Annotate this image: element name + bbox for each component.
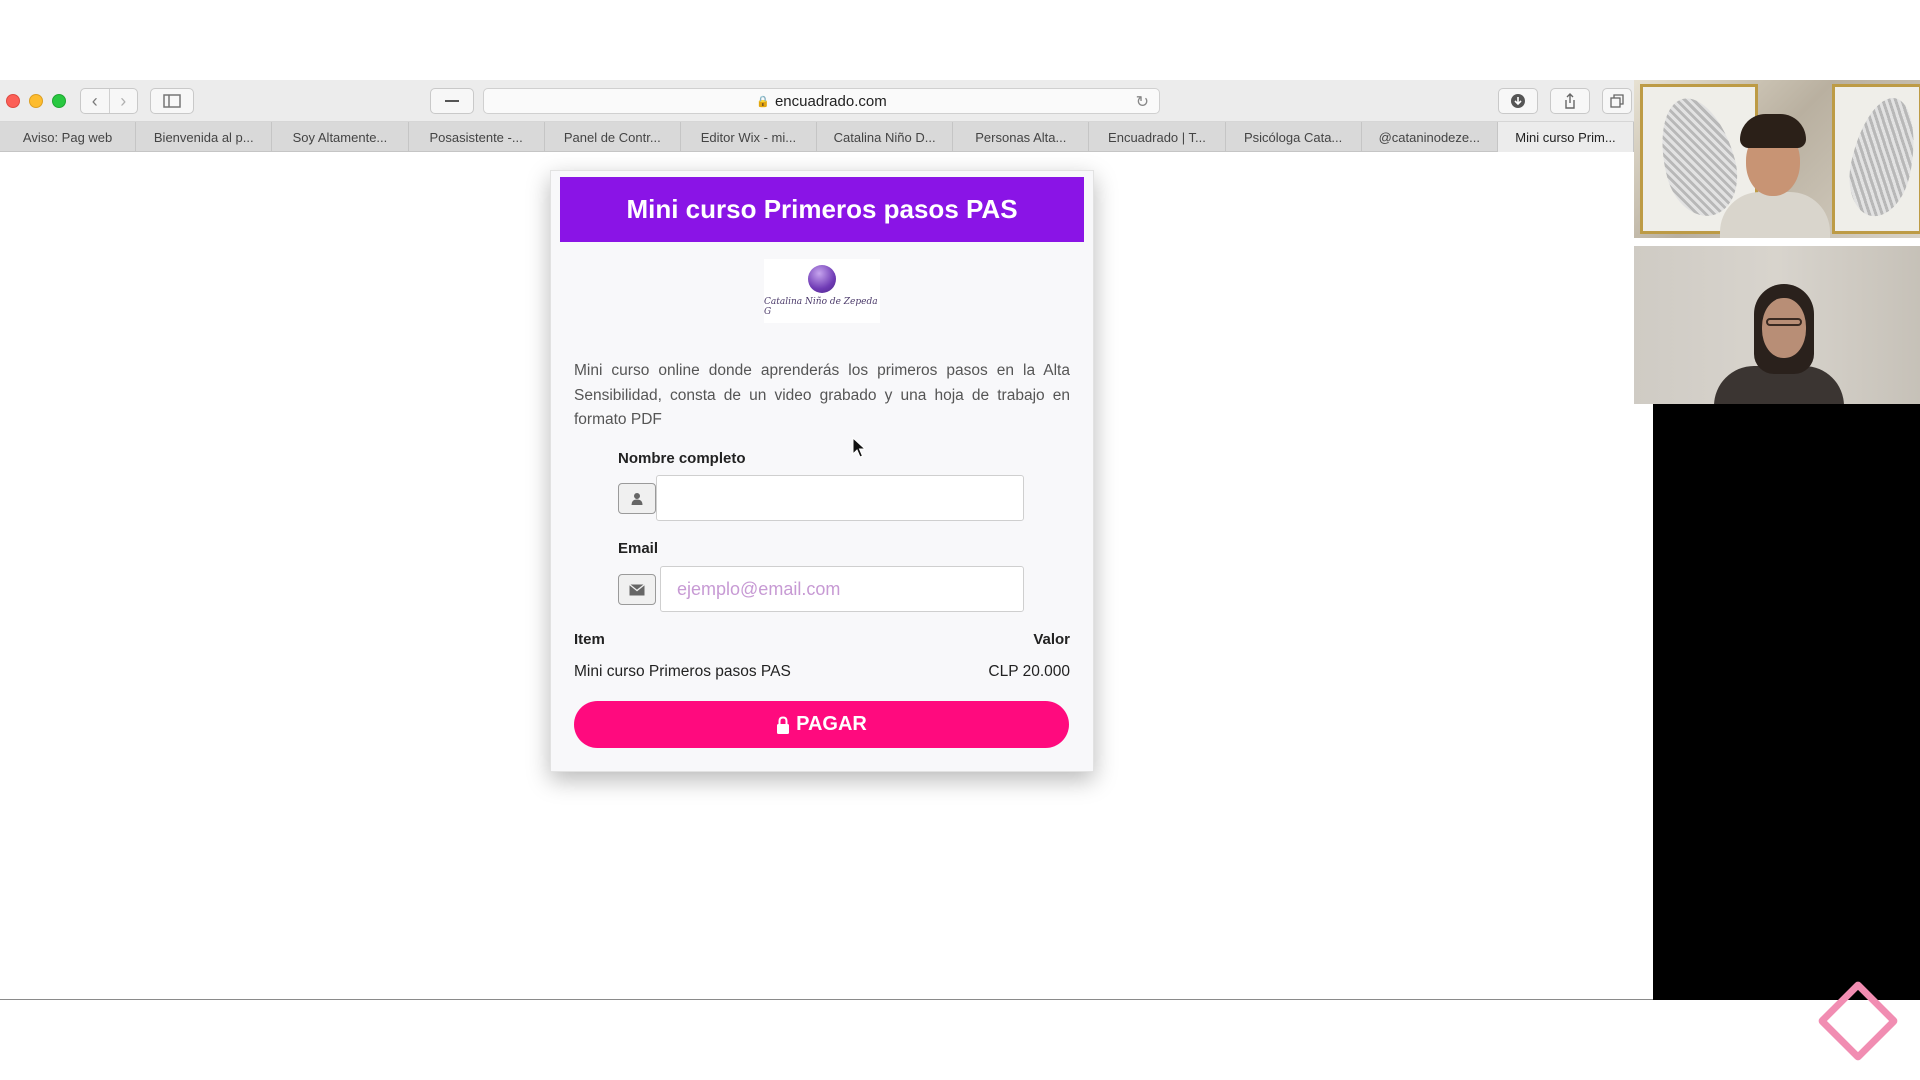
tab[interactable]: Panel de Contr... <box>545 122 681 152</box>
close-window-button[interactable] <box>6 94 20 108</box>
tab[interactable]: Encuadrado | T... <box>1089 122 1226 152</box>
zoom-out-button[interactable] <box>430 88 474 114</box>
pay-button-label: PAGAR <box>796 713 867 735</box>
tab[interactable]: Soy Altamente... <box>272 122 409 152</box>
tabs-icon <box>1610 94 1624 108</box>
tab[interactable]: Editor Wix - mi... <box>681 122 818 152</box>
downloads-button[interactable] <box>1498 88 1538 114</box>
nav-buttons: ‹ › <box>80 88 138 114</box>
minimize-window-button[interactable] <box>29 94 43 108</box>
forward-icon[interactable]: › <box>108 89 138 113</box>
tab[interactable]: Posasistente -... <box>409 122 545 152</box>
item-price: CLP 20.000 <box>988 663 1070 680</box>
minus-icon <box>445 100 459 102</box>
value-header: Valor <box>1033 631 1070 648</box>
lock-icon <box>777 715 790 734</box>
divider <box>0 999 1653 1000</box>
pay-button[interactable]: PAGAR <box>574 701 1069 748</box>
address-bar[interactable]: 🔒 encuadrado.com ↻ <box>483 88 1160 114</box>
person-body <box>1720 192 1830 238</box>
tabs-overview-button[interactable] <box>1602 88 1632 114</box>
order-row: Mini curso Primeros pasos PAS CLP 20.000 <box>574 663 1070 681</box>
download-icon <box>1511 94 1525 108</box>
tab[interactable]: Catalina Niño D... <box>817 122 954 152</box>
user-icon <box>618 483 656 514</box>
browser-toolbar: ‹ › 🔒 encuadrado.com ↻ <box>0 80 1634 122</box>
back-icon[interactable]: ‹ <box>81 89 109 113</box>
logo-text: Catalina Niño de Zepeda G <box>764 297 878 317</box>
email-input[interactable]: ejemplo@email.com <box>660 566 1024 612</box>
tab[interactable]: Personas Alta... <box>953 122 1090 152</box>
email-label: Email <box>618 540 659 557</box>
tab[interactable]: Psicóloga Cata... <box>1226 122 1362 152</box>
logo-circle-icon <box>808 265 836 293</box>
person-head <box>1762 298 1806 358</box>
video-participant-1 <box>1634 80 1920 238</box>
item-header: Item <box>574 631 605 648</box>
name-input[interactable] <box>656 475 1024 521</box>
mouse-cursor-icon <box>852 437 866 458</box>
tab-bar: Aviso: Pag web Bienvenida al p... Soy Al… <box>0 122 1635 152</box>
wall-art <box>1832 84 1920 234</box>
tab[interactable]: Aviso: Pag web <box>0 122 137 152</box>
course-description: Mini curso online donde aprenderás los p… <box>574 362 1070 428</box>
lock-icon: 🔒 <box>756 95 770 108</box>
order-table-header: Item Valor <box>574 631 1070 648</box>
sidebar-toggle-button[interactable] <box>150 88 194 114</box>
video-panel-background <box>1653 404 1920 1000</box>
checkout-card: Mini curso Primeros pasos PAS Catalina N… <box>550 170 1094 772</box>
tab-active[interactable]: Mini curso Prim... <box>1497 122 1635 152</box>
sidebar-icon <box>163 94 181 108</box>
tab[interactable]: @cataninodeze... <box>1362 122 1498 152</box>
name-label: Nombre completo <box>618 450 746 467</box>
envelope-icon <box>618 574 656 605</box>
maximize-window-button[interactable] <box>52 94 66 108</box>
share-icon <box>1565 93 1575 109</box>
url-text: encuadrado.com <box>774 92 887 110</box>
card-title: Mini curso Primeros pasos PAS <box>560 177 1084 242</box>
reload-icon[interactable]: ↻ <box>1136 92 1149 112</box>
item-name: Mini curso Primeros pasos PAS <box>574 663 791 680</box>
tab[interactable]: Bienvenida al p... <box>136 122 273 152</box>
brand-logo: Catalina Niño de Zepeda G <box>764 259 880 323</box>
share-button[interactable] <box>1550 88 1590 114</box>
video-participant-2 <box>1634 246 1920 404</box>
